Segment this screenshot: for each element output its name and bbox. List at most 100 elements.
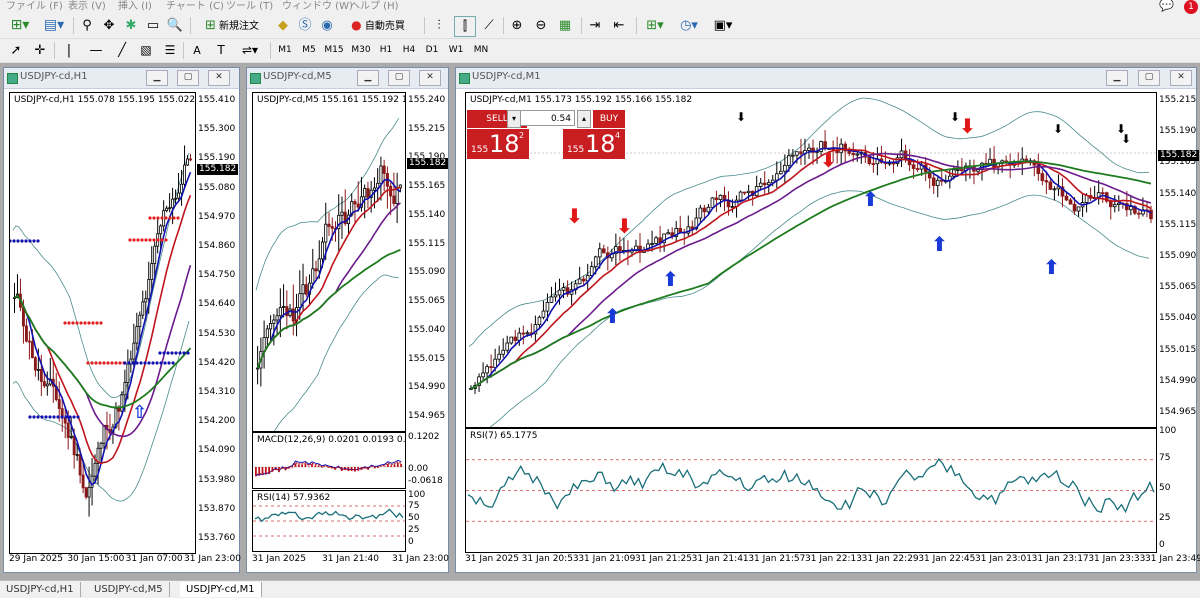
candle [711,198,714,207]
rsi-subwindow[interactable]: RSI(14) 57.9362 [252,490,406,552]
menu-insert[interactable]: 挿入 (I) [118,0,152,14]
macd-histogram-bar [318,466,320,467]
terminal-icon[interactable]: ▭ [144,16,162,35]
close-button[interactable]: ✕ [208,70,230,86]
data-window-icon[interactable]: ✥ [100,16,118,35]
menu-tools[interactable]: ツール (T) [226,0,273,14]
indicators-icon[interactable]: ⊞▾ [642,16,668,35]
profiles-icon[interactable]: ▤▾ [40,16,68,35]
menu-help[interactable]: ヘルプ (H) [350,0,399,14]
sell-price-button[interactable]: 155 18 2 [467,129,529,159]
channel-icon[interactable]: ▧ [138,41,154,60]
maximize-button[interactable]: ▢ [177,70,199,86]
timeframe-h4[interactable]: H4 [400,42,418,59]
lot-decrease-button[interactable]: ▾ [507,110,521,128]
tile-windows-icon[interactable]: ▦ [556,16,574,35]
text-label-icon[interactable]: T [214,41,228,60]
buy-button[interactable]: BUY [593,110,625,128]
auto-trading-button[interactable]: ● 自動売買 [338,16,418,35]
window-titlebar[interactable]: USDJPY-cd,H1 ▁ ▢ ✕ [4,68,239,89]
meta-editor-icon[interactable]: ◆ [274,16,292,35]
auto-scroll-icon[interactable]: ⇥ [586,16,604,35]
time-tick: 31 Jan 22:45 [918,554,975,564]
lot-increase-button[interactable]: ▴ [577,110,591,128]
candlestick-chart-icon[interactable]: ⫿ [454,16,476,37]
maximize-button[interactable]: ▢ [1138,70,1160,86]
candle [759,183,762,186]
bar-chart-icon[interactable]: ⫶ [430,16,448,35]
timeframe-w1[interactable]: W1 [447,42,465,59]
horizontal-line-icon[interactable]: — [88,41,104,60]
minimize-button[interactable]: ▁ [146,70,168,86]
periods-icon[interactable]: ◷▾ [676,16,702,35]
close-button[interactable]: ✕ [419,70,441,86]
timeframe-m5[interactable]: M5 [300,42,318,59]
candle [594,257,597,267]
candle [936,180,939,185]
candle [354,202,356,204]
fibonacci-icon[interactable]: ☰ [162,41,178,60]
chart-shift-icon[interactable]: ⇤ [610,16,628,35]
chart-area-h1[interactable]: ⇧ USDJPY-cd,H1 155.078 155.195 155.022 1… [9,92,196,554]
close-button[interactable]: ✕ [1170,70,1192,86]
tab-usdjpy-m1[interactable]: USDJPY-cd,M1 [180,582,262,597]
minimize-button[interactable]: ▁ [1106,70,1128,86]
new-order-button[interactable]: ⊞ 新規注文 [194,16,270,35]
window-titlebar[interactable]: USDJPY-cd,M1 ▁ ▢ ✕ [456,68,1196,89]
candle [79,455,81,475]
vertical-line-icon[interactable]: | [62,41,76,60]
signal-dot [148,216,151,219]
timeframe-m1[interactable]: M1 [276,42,294,59]
templates-icon[interactable]: ▣▾ [710,16,736,35]
timeframe-mn[interactable]: MN [471,42,491,59]
minimize-button[interactable]: ▁ [357,70,379,86]
arrows-icon[interactable]: ⇌▾ [236,41,264,60]
new-chart-icon[interactable]: ⊞▾ [6,16,34,35]
menu-view[interactable]: 表示 (V) [68,0,106,14]
signal-dot [68,415,71,418]
navigator-icon[interactable]: ✱ [122,16,140,35]
market-watch-icon[interactable]: ⚲ [78,16,96,35]
standard-toolbar: ⊞▾ ▤▾ ⚲ ✥ ✱ ▭ 🔍 ⊞ 新規注文 ◆ Ⓢ ◉ ● 自動売買 ⫶ ⫿ … [0,14,1200,39]
timeframe-m30[interactable]: M30 [350,42,372,59]
zoom-out-icon[interactable]: ⊖ [532,16,550,35]
tab-usdjpy-m5[interactable]: USDJPY-cd,M5 [88,582,170,597]
speech-icon[interactable]: 💬 [1159,0,1174,12]
current-price-label: 155.182 [407,158,448,169]
menu-file[interactable]: ファイル (F) [6,0,63,14]
buy-price-button[interactable]: 155 18 4 [563,129,625,159]
chart-area-m5[interactable]: USDJPY-cd,M5 155.161 155.192 155.161 155… [252,92,406,432]
timeframe-h1[interactable]: H1 [377,42,395,59]
zoom-in-icon[interactable]: ⊕ [508,16,526,35]
maximize-button[interactable]: ▢ [388,70,410,86]
line-chart-icon[interactable]: ⟋ [480,16,498,35]
time-scale: 29 Jan 202530 Jan 15:0031 Jan 07:0031 Ja… [9,554,239,568]
cursor-icon[interactable]: ➚ [8,41,24,60]
text-icon[interactable]: A [190,41,204,60]
lot-size-input[interactable]: 0.54 [520,110,575,126]
tab-usdjpy-h1[interactable]: USDJPY-cd,H1 [0,582,81,597]
rsi-subwindow[interactable]: RSI(7) 65.1775 [465,428,1157,553]
candle [46,384,48,386]
notification-badge[interactable]: 1 [1184,0,1198,14]
candle [373,188,375,190]
candle [888,163,891,164]
trendline-icon[interactable]: ╱ [114,41,130,60]
strategy-tester-icon[interactable]: 🔍 [166,16,184,35]
candle [269,323,271,328]
chart-window-h1[interactable]: USDJPY-cd,H1 ▁ ▢ ✕ ⇧ USDJPY-cd,H1 155.07… [3,67,240,573]
signals-icon[interactable]: Ⓢ [296,16,314,35]
price-tick: 153.870 [198,504,235,514]
menu-window[interactable]: ウィンドウ (W) [282,0,353,14]
candle [510,337,513,343]
macd-subwindow[interactable]: MACD(12,26,9) 0.0201 0.0193 0.0021 [252,432,406,489]
candle [956,169,959,170]
timeframe-d1[interactable]: D1 [423,42,441,59]
chart-window-m5[interactable]: USDJPY-cd,M5 ▁ ▢ ✕ USDJPY-cd,M5 155.161 … [246,67,449,573]
vps-icon[interactable]: ◉ [318,16,336,35]
crosshair-icon[interactable]: ✛ [32,41,48,60]
menu-chart[interactable]: チャート (C) [166,0,224,14]
candle [357,204,359,207]
timeframe-m15[interactable]: M15 [323,42,345,59]
window-titlebar[interactable]: USDJPY-cd,M5 ▁ ▢ ✕ [247,68,448,89]
